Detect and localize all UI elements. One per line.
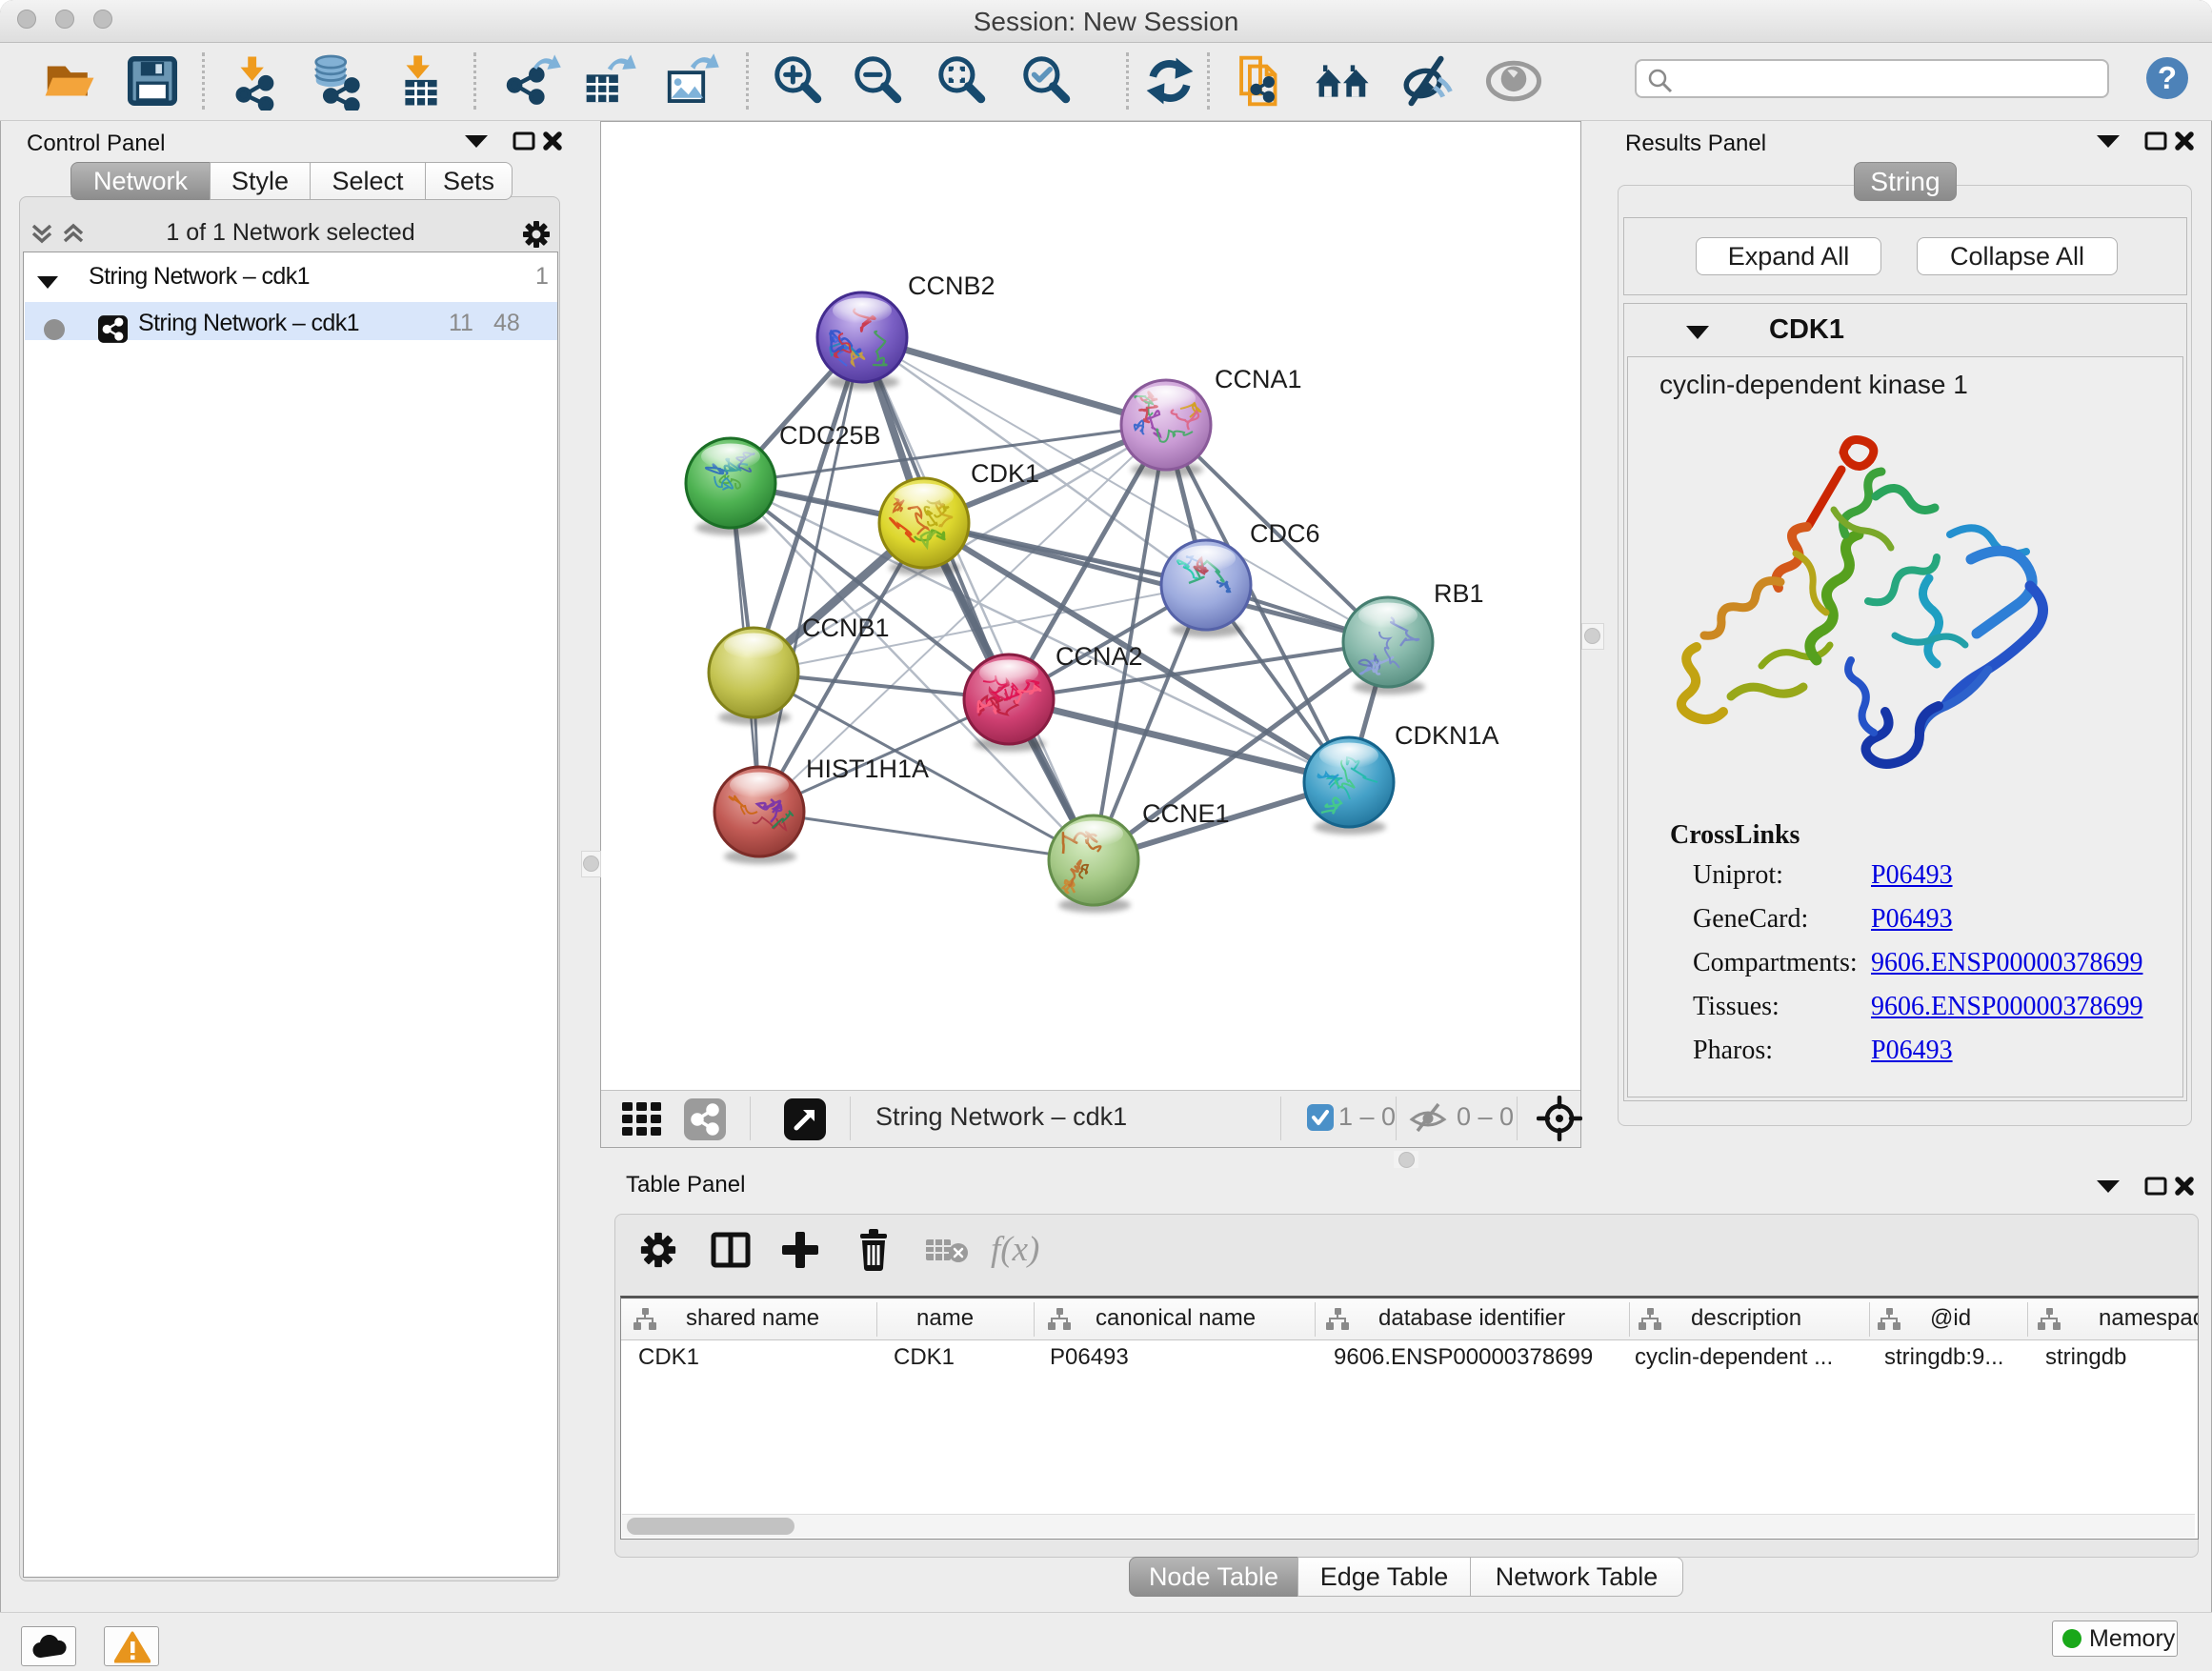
svg-text:CCNB1: CCNB1 (802, 614, 890, 642)
svg-text:CCNB2: CCNB2 (908, 272, 995, 300)
svg-text:CDK1: CDK1 (971, 459, 1039, 488)
svg-text:CDKN1A: CDKN1A (1395, 721, 1499, 750)
svg-text:CDC6: CDC6 (1250, 519, 1320, 548)
svg-text:CCNA2: CCNA2 (1056, 642, 1143, 671)
svg-text:HIST1H1A: HIST1H1A (806, 755, 929, 783)
svg-text:CDC25B: CDC25B (779, 421, 881, 450)
svg-text:CCNE1: CCNE1 (1142, 799, 1230, 828)
svg-text:RB1: RB1 (1434, 579, 1484, 608)
svg-text:CCNA1: CCNA1 (1215, 365, 1302, 393)
